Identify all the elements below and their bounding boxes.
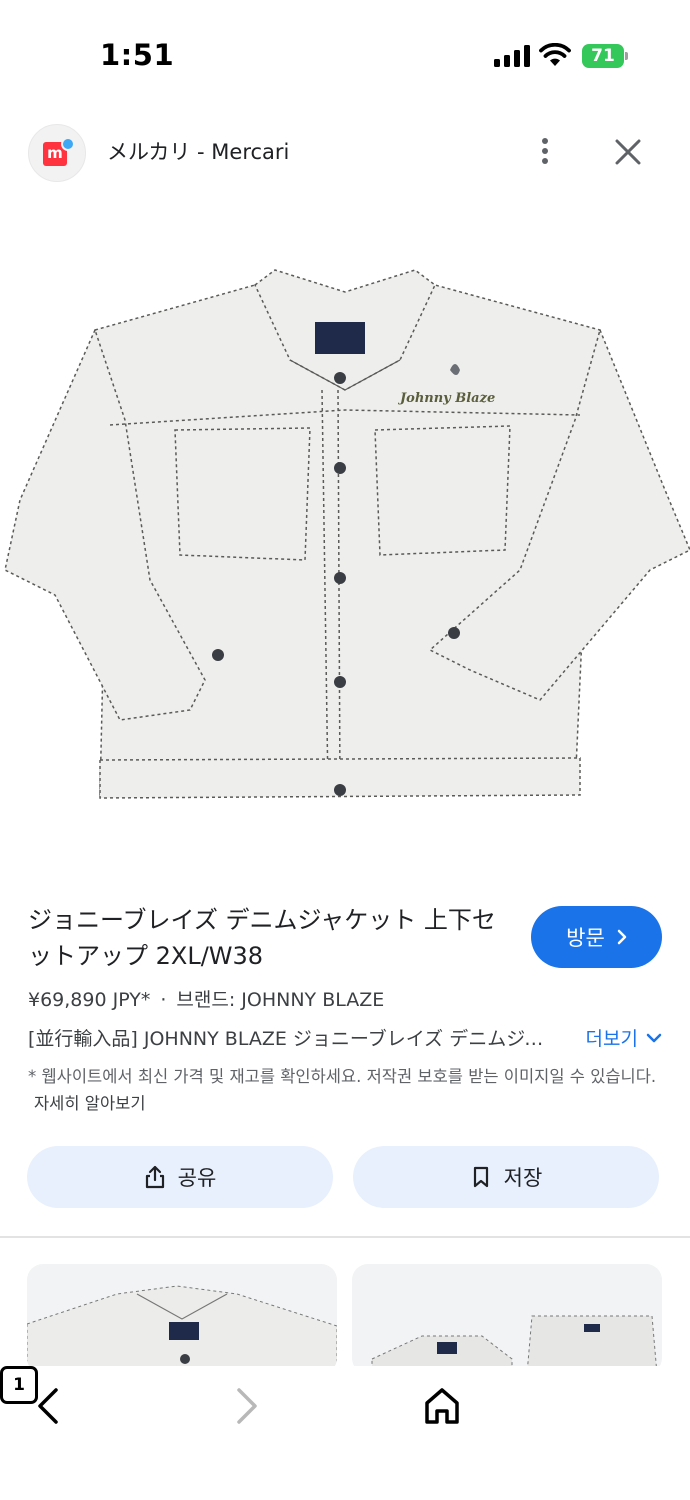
related-setup-image bbox=[371, 1315, 658, 1374]
chevron-down-icon bbox=[646, 1033, 662, 1042]
bottom-toolbar: 1 bbox=[0, 1366, 690, 1500]
related-image-card[interactable] bbox=[27, 1264, 337, 1374]
status-bar: 1:51 71 bbox=[0, 0, 690, 100]
logo-dot bbox=[61, 137, 75, 151]
battery-level: 71 bbox=[582, 44, 624, 68]
disclaimer: * 웹사이트에서 최신 가격 및 재고를 확인하세요. 저작권 보호를 받는 이… bbox=[28, 1063, 658, 1117]
home-icon[interactable] bbox=[422, 1386, 462, 1426]
product-title[interactable]: ジョニーブレイズ デニムジャケット 上下セットアップ 2XL/W38 bbox=[28, 902, 498, 974]
description-row: [並行輸入品] JOHNNY BLAZE ジョニーブレイズ デニムジャケット 더… bbox=[28, 1024, 662, 1054]
chevron-right-icon bbox=[617, 929, 627, 945]
close-icon[interactable] bbox=[612, 136, 644, 168]
separator: · bbox=[160, 989, 167, 1011]
site-name[interactable]: メルカリ - Mercari bbox=[107, 136, 289, 166]
product-image[interactable]: Johnny Blaze bbox=[0, 250, 690, 830]
status-time: 1:51 bbox=[100, 38, 175, 72]
battery-cap bbox=[625, 52, 628, 60]
more-label: 더보기 bbox=[585, 1028, 638, 1050]
battery-indicator: 71 bbox=[582, 44, 628, 68]
visit-label: 방문 bbox=[566, 926, 605, 950]
forward-icon[interactable] bbox=[225, 1386, 265, 1426]
price: ¥69,890 JPY* bbox=[28, 989, 151, 1011]
back-icon[interactable] bbox=[30, 1386, 70, 1426]
section-divider bbox=[0, 1236, 690, 1238]
description-text: [並行輸入品] JOHNNY BLAZE ジョニーブレイズ デニムジャケット bbox=[28, 1028, 548, 1050]
price-brand-line: ¥69,890 JPY* · 브랜드: JOHNNY BLAZE bbox=[28, 985, 384, 1012]
brand: 브랜드: JOHNNY BLAZE bbox=[176, 989, 385, 1011]
learn-more-link[interactable]: 자세히 알아보기 bbox=[34, 1094, 146, 1113]
source-header: m メルカリ - Mercari bbox=[0, 110, 690, 194]
share-icon bbox=[145, 1165, 164, 1189]
more-vert-icon[interactable] bbox=[530, 134, 560, 168]
disclaimer-text: * 웹사이트에서 최신 가격 및 재고를 확인하세요. 저작권 보호를 받는 이… bbox=[28, 1067, 657, 1086]
visit-button[interactable]: 방문 bbox=[531, 906, 662, 968]
related-jacket-image bbox=[27, 1285, 337, 1374]
share-button[interactable]: 공유 bbox=[27, 1146, 333, 1208]
site-logo[interactable]: m bbox=[28, 124, 86, 182]
signal-icon bbox=[494, 45, 530, 67]
more-button[interactable]: 더보기 bbox=[586, 1024, 662, 1051]
save-label: 저장 bbox=[503, 1166, 543, 1190]
wifi-icon bbox=[539, 43, 571, 66]
related-image-card[interactable] bbox=[352, 1264, 662, 1374]
bookmark-icon bbox=[473, 1166, 488, 1188]
share-label: 공유 bbox=[177, 1166, 217, 1190]
save-button[interactable]: 저장 bbox=[353, 1146, 659, 1208]
embroidery-text: Johnny Blaze bbox=[397, 391, 495, 406]
